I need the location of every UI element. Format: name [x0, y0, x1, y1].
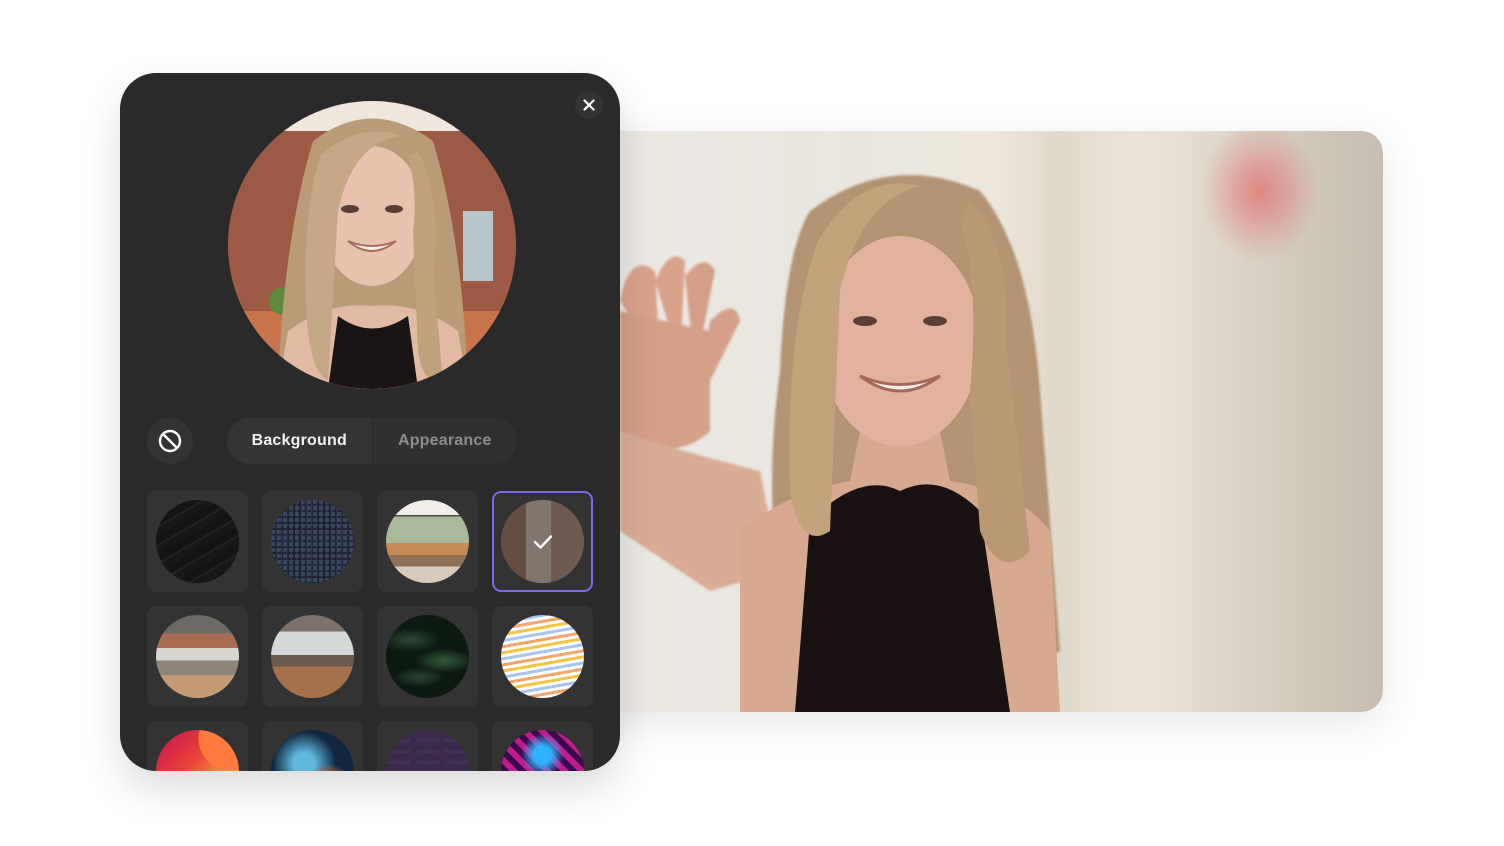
background-option-neon-cubes[interactable] [492, 721, 593, 771]
background-option-office-1[interactable] [147, 606, 248, 707]
background-option-galaxy[interactable] [262, 721, 363, 771]
preview-image [228, 101, 516, 389]
background-option-dark-texture[interactable] [262, 491, 363, 592]
close-icon [583, 99, 595, 111]
camera-preview [228, 101, 516, 389]
person-figure [620, 175, 1060, 712]
tab-background[interactable]: Background [227, 418, 373, 464]
prohibited-icon [158, 429, 182, 453]
watermark-pattern: sendspark sendspark sendspark sendspark … [387, 738, 468, 766]
camera-effects-panel: Background Appearance sendspark sendspar… [120, 73, 620, 771]
background-thumbnail: sendspark sendspark sendspark sendspark … [386, 730, 469, 771]
no-effect-button[interactable] [147, 418, 193, 464]
background-thumbnail [271, 500, 354, 583]
background-option-gradient-flow[interactable] [147, 721, 248, 771]
checkmark-icon [533, 534, 552, 549]
background-thumbnail [271, 730, 354, 771]
background-grid: sendspark sendspark sendspark sendspark … [147, 491, 595, 771]
background-thumbnail [386, 500, 469, 583]
background-thumbnail [156, 500, 239, 583]
background-option-purple-brand[interactable]: sendspark sendspark sendspark sendspark … [377, 721, 478, 771]
background-option-waves[interactable] [492, 606, 593, 707]
background-thumbnail [386, 615, 469, 698]
camera-video-feed [560, 131, 1383, 712]
background-option-living-room[interactable] [377, 491, 478, 592]
background-option-leaves[interactable] [377, 606, 478, 707]
effects-tabs: Background Appearance [227, 418, 517, 464]
background-option-brick-loft[interactable] [492, 491, 593, 592]
background-thumbnail [271, 615, 354, 698]
effects-controls: Background Appearance [147, 417, 593, 465]
background-thumbnail [156, 615, 239, 698]
tab-appearance[interactable]: Appearance [372, 418, 517, 464]
background-thumbnail [501, 730, 584, 771]
close-button[interactable] [575, 91, 603, 119]
background-option-black-sand[interactable] [147, 491, 248, 592]
background-thumbnail [156, 730, 239, 771]
background-thumbnail [501, 615, 584, 698]
background-option-office-2[interactable] [262, 606, 363, 707]
